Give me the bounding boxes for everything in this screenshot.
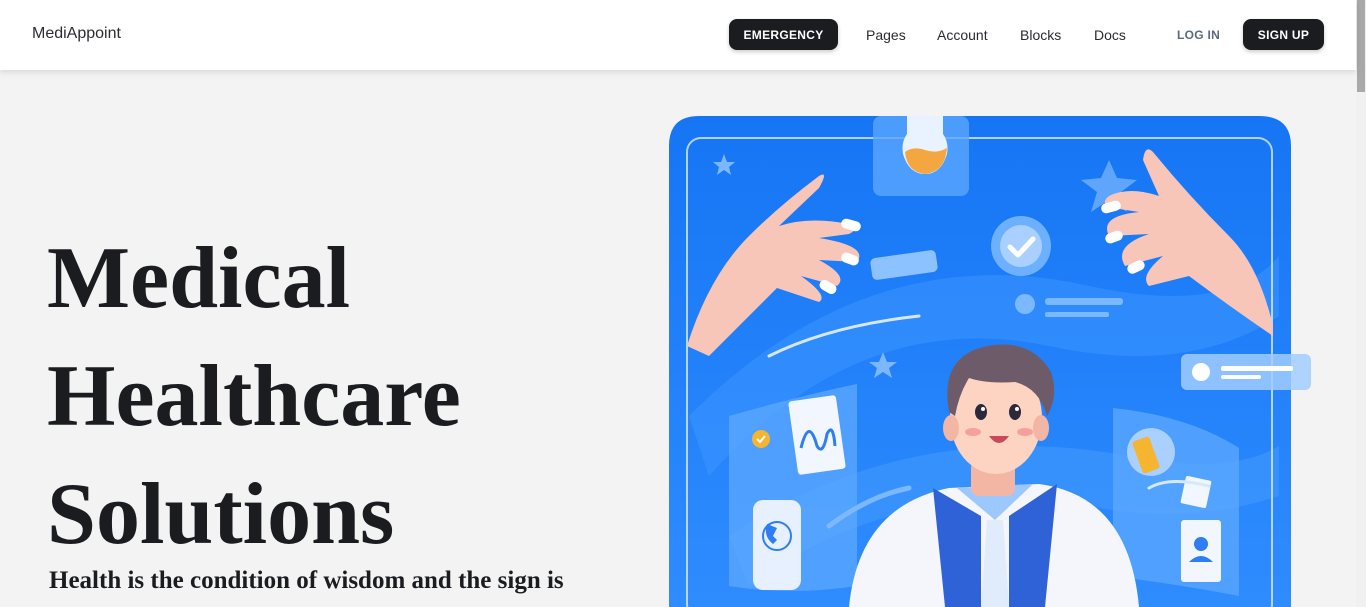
phone-icon [753,500,801,590]
nav-link-pages[interactable]: Pages [866,27,906,43]
document-icon [788,395,846,475]
brand-logo-link[interactable]: MediAppoint [32,25,121,43]
hero-title-line: Medical [47,230,351,327]
check-circle-icon [991,216,1051,276]
hero-title-line: Healthcare [47,348,461,445]
badge-check-icon [752,430,770,448]
nav-link-docs[interactable]: Docs [1094,27,1126,43]
nav-link-blocks[interactable]: Blocks [1020,27,1061,43]
scrollbar-thumb[interactable] [1357,0,1365,92]
nav-link-account[interactable]: Account [937,27,988,43]
hero-title-line: Solutions [47,466,395,563]
flask-icon [902,116,948,174]
hero-subtitle: Health is the condition of wisdom and th… [49,567,564,594]
doctor-illustration [669,116,1311,607]
user-profile-icon [1181,520,1221,582]
navbar: MediAppoint EMERGENCY Pages Account Bloc… [0,0,1356,70]
login-link[interactable]: LOG IN [1177,28,1220,42]
emergency-button[interactable]: EMERGENCY [729,19,838,50]
hero-title: Medical Healthcare Solutions [47,220,607,574]
signup-button[interactable]: SIGN UP [1243,19,1324,50]
page-scrollbar[interactable] [1356,0,1366,607]
pill-bottle-icon [1127,428,1175,476]
